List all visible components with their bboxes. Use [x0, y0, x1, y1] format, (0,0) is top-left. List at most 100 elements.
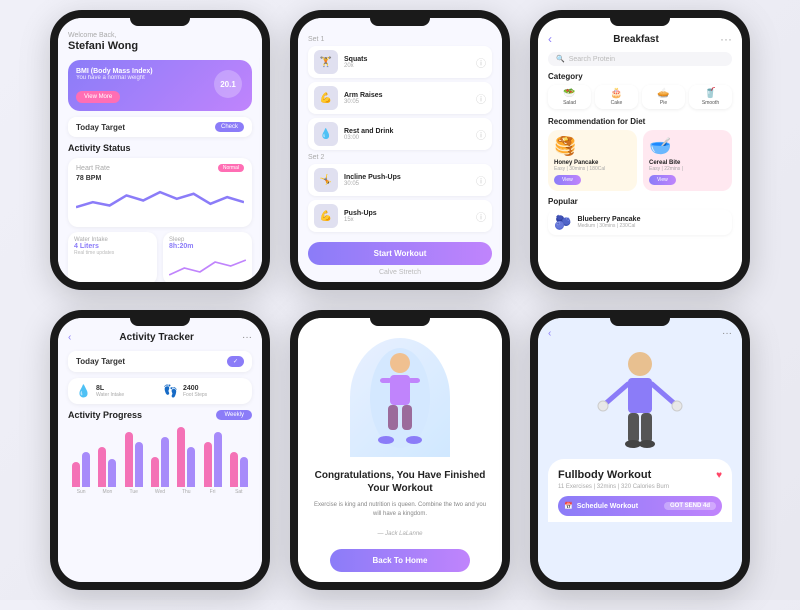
category-row: 🥗Salad 🎂Cake 🥧Pie 🥤Smooth	[548, 85, 732, 109]
heart-rate-chart	[76, 182, 244, 221]
bar-sun-pink	[72, 462, 80, 487]
steps-target-lbl: Foot Steps	[183, 392, 207, 398]
tracker-today-target: Today Target ✓	[68, 351, 252, 372]
workout-meta: 11 Exercises | 32mins | 320 Calories Bur…	[558, 484, 722, 490]
rec-cereal-detail: Easy | 22mins |	[649, 166, 726, 172]
activity-status-title: Activity Status	[68, 143, 252, 153]
back-chevron-icon[interactable]: ‹	[548, 32, 552, 46]
arm-raises-thumb: 💪	[314, 86, 338, 110]
congrats-illustration	[350, 338, 450, 457]
day-thu: Thu	[182, 489, 191, 495]
bar-fri-pink	[204, 442, 212, 487]
tracker-header: ‹ Activity Tracker ···	[68, 332, 252, 343]
bar-tue-purple	[135, 442, 143, 487]
rest-name: Rest and Drink	[344, 128, 476, 135]
category-title: Category	[548, 72, 732, 81]
bar-wed-purple	[161, 437, 169, 487]
bmi-view-button[interactable]: View More	[76, 91, 120, 103]
back-home-button[interactable]: Back To Home	[330, 549, 471, 572]
more-options-icon[interactable]: ···	[720, 32, 732, 46]
exercise-incline-pushups: 🤸 Incline Push-Ups 30:05 ⓘ	[308, 164, 492, 196]
rec-row: 🥞 Honey Pancake Easy | 30mins | 180Cal V…	[548, 130, 732, 191]
check-button[interactable]: Check	[215, 122, 244, 132]
cereal-view-button[interactable]: View	[649, 175, 676, 185]
rest-info-icon: ⓘ	[476, 127, 486, 142]
squats-reps: 20x	[344, 63, 476, 69]
water-target-icon: 💧	[76, 384, 91, 398]
start-workout-button[interactable]: Start Workout	[308, 242, 492, 265]
water-intake-card: Water Intake 4 Liters Real time updates	[68, 232, 157, 282]
blueberry-info: Blueberry Pancake Medium | 30mins | 230C…	[577, 216, 726, 229]
rec-cereal: 🥣 Cereal Bite Easy | 22mins | View	[643, 130, 732, 191]
sleep-card: Sleep 8h:20m	[163, 232, 252, 282]
bar-sat-purple	[240, 457, 248, 487]
water-target-lbl: Water Intake	[96, 392, 124, 398]
app-grid: Welcome Back, Stefani Wong BMI (Body Mas…	[30, 0, 770, 610]
blueberry-name: Blueberry Pancake	[577, 216, 726, 223]
pushups-info: Push-Ups 15x	[344, 210, 476, 223]
honey-view-button[interactable]: View	[554, 175, 581, 185]
cat-cake[interactable]: 🎂Cake	[595, 85, 638, 109]
bar-fri-purple	[214, 432, 222, 487]
workout-name: Fullbody Workout	[558, 469, 651, 481]
next-exercise-label: Calve Stretch	[308, 269, 492, 276]
incline-info: Incline Push-Ups 30:05	[344, 174, 476, 187]
sleep-chart	[169, 250, 246, 280]
day-tue: Tue	[129, 489, 137, 495]
arm-raises-reps: 30:05	[344, 99, 476, 105]
bar-sat-pink	[230, 452, 238, 487]
tracker-title: Activity Tracker	[119, 332, 194, 343]
search-icon: 🔍	[556, 55, 565, 63]
squats-name: Squats	[344, 56, 476, 63]
workout-title-row: Fullbody Workout ♥	[558, 469, 722, 481]
fullbody-more-button[interactable]: ···	[722, 328, 732, 339]
steps-target-info: 2400 Foot Steps	[183, 385, 207, 398]
day-fri: Fri	[210, 489, 216, 495]
cat-smoothie[interactable]: 🥤Smooth	[689, 85, 732, 109]
breakfast-header: ‹ Breakfast ···	[548, 32, 732, 46]
fullbody-back-button[interactable]: ‹	[548, 328, 551, 339]
bar-tue-pink	[125, 432, 133, 487]
breakfast-title: Breakfast	[613, 34, 659, 45]
water-target-val: 8L	[96, 385, 124, 392]
squats-thumb: 🏋️	[314, 50, 338, 74]
cat-pie[interactable]: 🥧Pie	[642, 85, 685, 109]
schedule-workout-button[interactable]: 📅 Schedule Workout GOT SEND 4d	[558, 496, 722, 516]
heart-favorite-icon[interactable]: ♥	[716, 470, 722, 481]
activity-bar-chart: Sun Mon Tue	[68, 425, 252, 495]
incline-info-icon: ⓘ	[476, 173, 486, 188]
rest-info: Rest and Drink 03:00	[344, 128, 476, 141]
exercise-squats: 🏋️ Squats 20x ⓘ	[308, 46, 492, 78]
bar-mon-purple	[108, 459, 116, 487]
user-name: Stefani Wong	[68, 40, 252, 52]
congrats-quote: — Jack LaLanne	[377, 531, 422, 537]
incline-thumb: 🤸	[314, 168, 338, 192]
set1-label: Set 1	[308, 36, 492, 43]
day-sat: Sat	[235, 489, 243, 495]
rest-reps: 03:00	[344, 135, 476, 141]
weekly-button[interactable]: Weekly	[216, 410, 252, 420]
water-value: 4 Liters	[74, 243, 151, 250]
day-sun: Sun	[77, 489, 86, 495]
tracker-check-button[interactable]: ✓	[227, 356, 244, 367]
today-target-label: Today Target	[76, 123, 125, 132]
blueberry-icon: 🫐	[554, 214, 571, 231]
phone-dashboard: Welcome Back, Stefani Wong BMI (Body Mas…	[50, 10, 270, 290]
phone-workout: Set 1 🏋️ Squats 20x ⓘ 💪 Arm Raises 30:05…	[290, 10, 510, 290]
search-box[interactable]: 🔍 Search Protein	[548, 52, 732, 66]
pushups-thumb: 💪	[314, 204, 338, 228]
congrats-desc: Exercise is king and nutrition is queen.…	[312, 501, 488, 519]
tracker-back-button[interactable]: ‹	[68, 332, 71, 343]
bar-thu-pink	[177, 427, 185, 487]
phone-activity-tracker: ‹ Activity Tracker ··· Today Target ✓ 💧 …	[50, 310, 270, 590]
cat-salad[interactable]: 🥗Salad	[548, 85, 591, 109]
heart-rate-card: Heart Rate Normal 78 BPM	[68, 158, 252, 227]
day-mon: Mon	[103, 489, 113, 495]
workout-info-card: Fullbody Workout ♥ 11 Exercises | 32mins…	[548, 459, 732, 522]
rec-honey-detail: Easy | 30mins | 180Cal	[554, 166, 631, 172]
tracker-more-button[interactable]: ···	[242, 332, 252, 343]
incline-reps: 30:05	[344, 181, 476, 187]
target-card: 💧 8L Water Intake 👣 2400 Foot Steps	[68, 378, 252, 404]
bar-wed-pink	[151, 457, 159, 487]
heart-rate-label: Heart Rate	[76, 165, 110, 172]
